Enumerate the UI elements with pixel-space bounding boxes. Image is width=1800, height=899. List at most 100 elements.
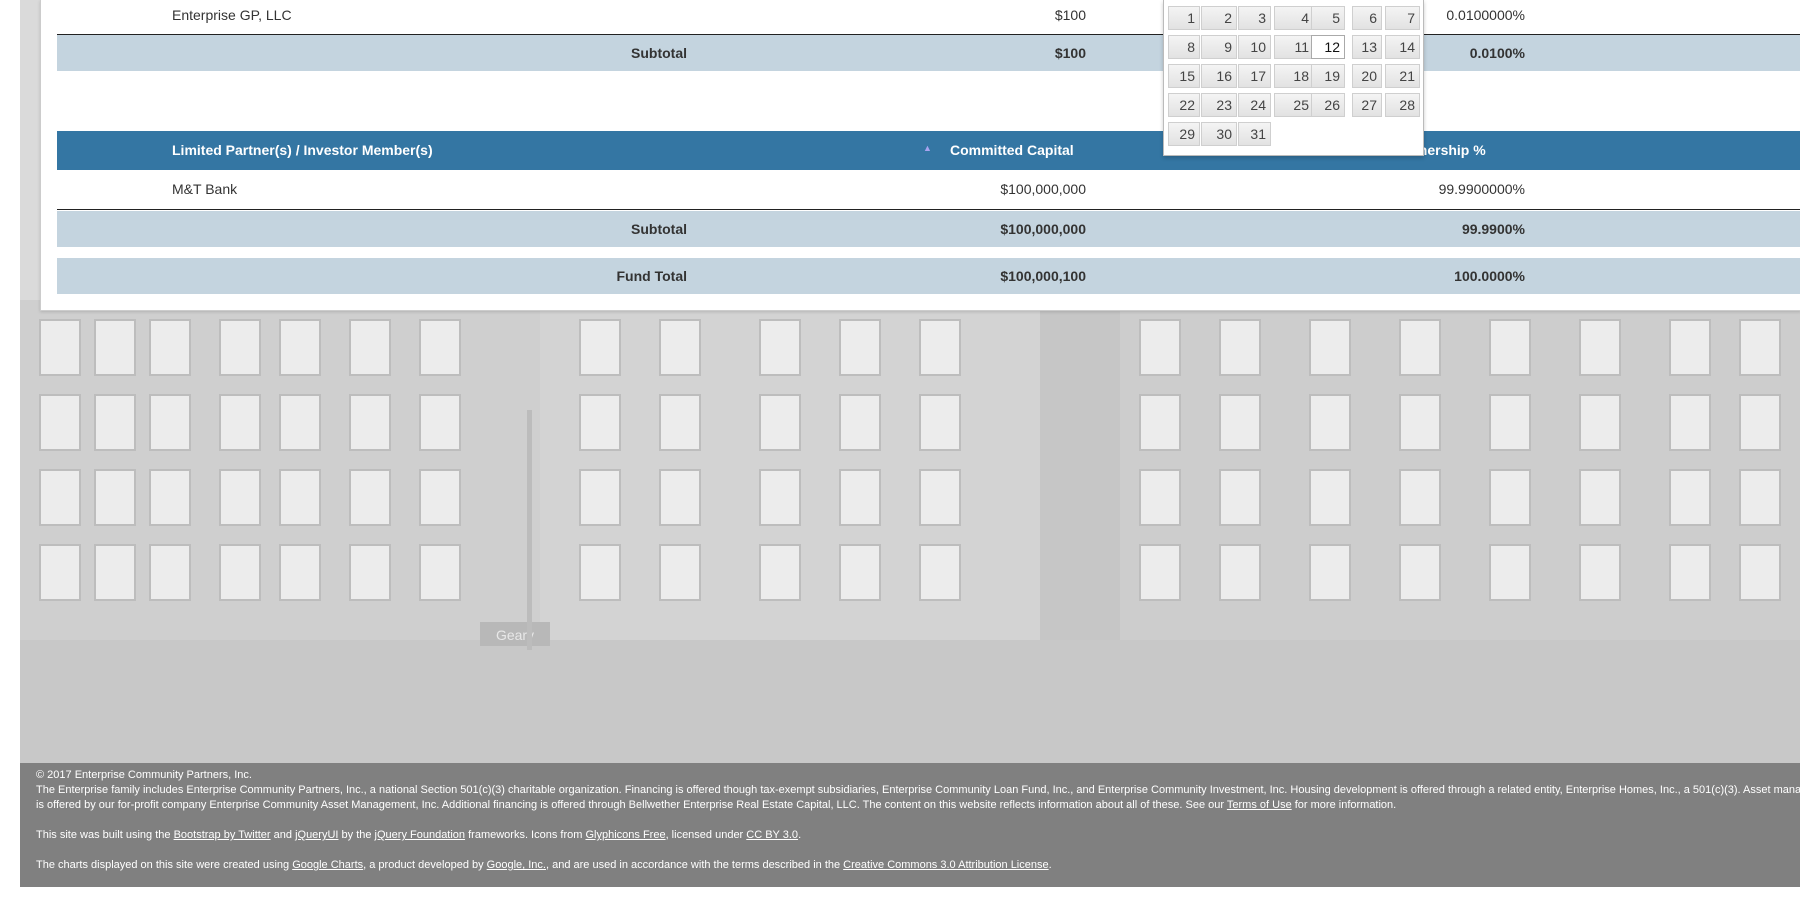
- terms-of-use-link[interactable]: Terms of Use: [1227, 799, 1292, 811]
- building-window: [1219, 319, 1261, 376]
- footer-disclaimer-end: for more information.: [1291, 799, 1397, 811]
- building-window: [149, 394, 191, 451]
- datepicker-day[interactable]: 4: [1274, 6, 1314, 30]
- datepicker-day[interactable]: 12: [1311, 35, 1345, 59]
- building-window: [219, 544, 261, 601]
- jquery-foundation-link[interactable]: jQuery Foundation: [375, 829, 466, 841]
- building-window: [1139, 319, 1181, 376]
- datepicker-day[interactable]: 24: [1238, 93, 1271, 117]
- datepicker-day[interactable]: 17: [1238, 64, 1271, 88]
- building-window: [759, 394, 801, 451]
- building-window: [659, 544, 701, 601]
- committed-capital-column-header[interactable]: Committed Capital: [950, 142, 1074, 158]
- footer-disclaimer-text: is offered by our for-profit company Ent…: [36, 799, 1227, 811]
- datepicker-day[interactable]: 3: [1238, 6, 1271, 30]
- ownership-panel: Enterprise GP, LLC $100 0.0100000% Subto…: [40, 0, 1800, 311]
- charts-mid-text: , a product developed by: [363, 859, 487, 871]
- datepicker-day[interactable]: 16: [1201, 64, 1237, 88]
- building-window: [1139, 544, 1181, 601]
- building-window: [579, 544, 621, 601]
- building-window: [1579, 544, 1621, 601]
- gp-subtotal-row: Subtotal $100 0.0100%: [57, 35, 1800, 71]
- building-window: [219, 394, 261, 451]
- building-window: [419, 469, 461, 526]
- datepicker-day[interactable]: 29: [1168, 122, 1200, 146]
- datepicker-day[interactable]: 5: [1311, 6, 1345, 30]
- datepicker-day[interactable]: 7: [1385, 6, 1420, 30]
- lp-name-column-header[interactable]: Limited Partner(s) / Investor Member(s): [172, 142, 433, 158]
- building-window: [419, 319, 461, 376]
- google-charts-link[interactable]: Google Charts: [292, 859, 363, 871]
- cc-attribution-link[interactable]: Creative Commons 3.0 Attribution License: [843, 859, 1048, 871]
- fund-total-ownership: 100.0000%: [1454, 268, 1525, 284]
- charts-mid2-text: , and are used in accordance with the te…: [546, 859, 844, 871]
- building-window: [1309, 469, 1351, 526]
- datepicker-day[interactable]: 31: [1238, 122, 1271, 146]
- datepicker-day[interactable]: 23: [1201, 93, 1237, 117]
- datepicker-day[interactable]: 22: [1168, 93, 1200, 117]
- building-window: [419, 394, 461, 451]
- datepicker-day[interactable]: 28: [1385, 93, 1420, 117]
- datepicker-day[interactable]: 6: [1352, 6, 1382, 30]
- building-window: [279, 544, 321, 601]
- building-window: [349, 394, 391, 451]
- building-window: [94, 544, 136, 601]
- glyphicons-link[interactable]: Glyphicons Free: [585, 829, 665, 841]
- datepicker-day[interactable]: 21: [1385, 64, 1420, 88]
- building-window: [349, 319, 391, 376]
- datepicker-day[interactable]: 2: [1201, 6, 1237, 30]
- datepicker-day[interactable]: 9: [1201, 35, 1237, 59]
- site-footer: © 2017 Enterprise Community Partners, In…: [20, 763, 1800, 887]
- building-window: [279, 469, 321, 526]
- building-window: [1489, 319, 1531, 376]
- built-by-text: by the: [338, 829, 375, 841]
- building-window: [1579, 394, 1621, 451]
- datepicker-day[interactable]: 11: [1274, 35, 1314, 59]
- building-window: [839, 319, 881, 376]
- building-window: [839, 544, 881, 601]
- jqueryui-link[interactable]: jQueryUI: [295, 829, 338, 841]
- google-inc-link[interactable]: Google, Inc.: [487, 859, 546, 871]
- datepicker-day[interactable]: 1: [1168, 6, 1200, 30]
- building-window: [39, 319, 81, 376]
- cc-by-link[interactable]: CC BY 3.0: [746, 829, 798, 841]
- datepicker-day[interactable]: 18: [1274, 64, 1314, 88]
- footer-copyright: © 2017 Enterprise Community Partners, In…: [36, 769, 252, 781]
- built-licensed-text: , licensed under: [665, 829, 747, 841]
- datepicker-day[interactable]: 8: [1168, 35, 1200, 59]
- building-window: [279, 319, 321, 376]
- datepicker-day[interactable]: 10: [1238, 35, 1271, 59]
- building-window: [1399, 544, 1441, 601]
- datepicker-day[interactable]: 26: [1311, 93, 1345, 117]
- charts-text: The charts displayed on this site were c…: [36, 859, 293, 871]
- building-window: [1219, 469, 1261, 526]
- datepicker-day[interactable]: 27: [1352, 93, 1382, 117]
- building-window: [1399, 469, 1441, 526]
- building-window: [149, 469, 191, 526]
- building-window: [919, 469, 961, 526]
- datepicker-day[interactable]: 14: [1385, 35, 1420, 59]
- building-window: [94, 469, 136, 526]
- sort-asc-icon[interactable]: ▲: [923, 143, 932, 153]
- building-window: [39, 544, 81, 601]
- building-window: [919, 319, 961, 376]
- footer-charts-credit: The charts displayed on this site were c…: [36, 858, 1052, 873]
- datepicker-day[interactable]: 13: [1352, 35, 1382, 59]
- building-window: [1739, 544, 1781, 601]
- building-window: [659, 469, 701, 526]
- building-window: [1489, 394, 1531, 451]
- building-window: [1669, 469, 1711, 526]
- building-window: [579, 319, 621, 376]
- built-and-text: and: [270, 829, 296, 841]
- building-window: [349, 544, 391, 601]
- bootstrap-link[interactable]: Bootstrap by Twitter: [174, 829, 271, 841]
- datepicker-day[interactable]: 20: [1352, 64, 1382, 88]
- datepicker-day[interactable]: 25: [1274, 93, 1314, 117]
- datepicker-day[interactable]: 30: [1201, 122, 1237, 146]
- building-window: [919, 544, 961, 601]
- building-window: [759, 469, 801, 526]
- datepicker-day[interactable]: 15: [1168, 64, 1200, 88]
- building-window: [839, 394, 881, 451]
- footer-disclaimer-line1: The Enterprise family includes Enterpris…: [36, 784, 1800, 796]
- datepicker-day[interactable]: 19: [1311, 64, 1345, 88]
